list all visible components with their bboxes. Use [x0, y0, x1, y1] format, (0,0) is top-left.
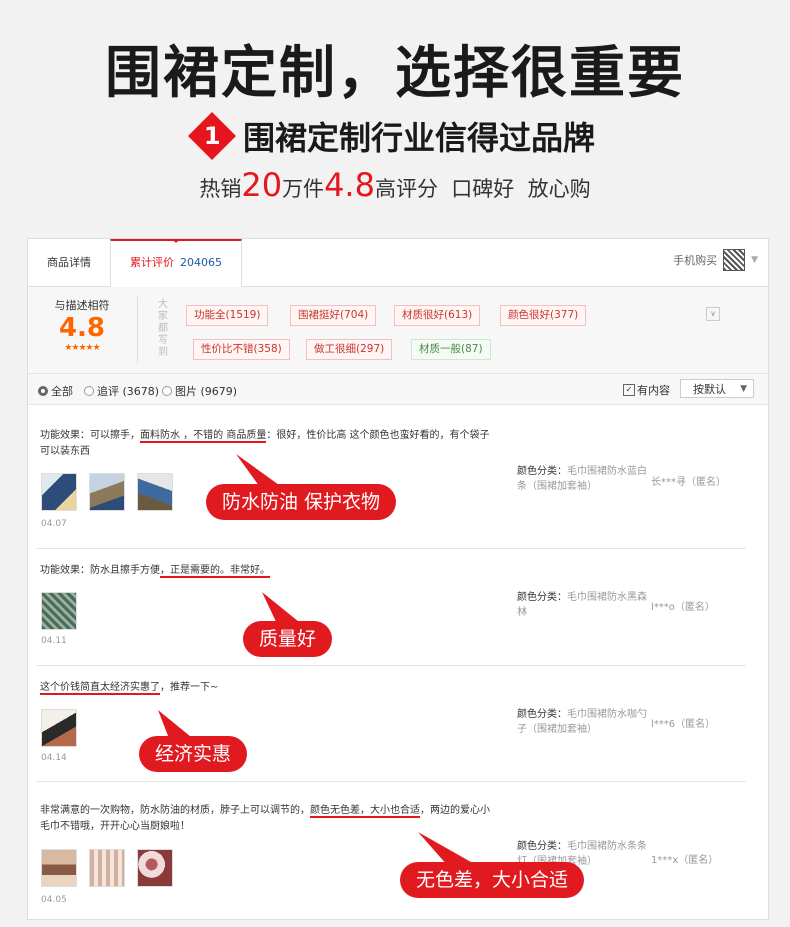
- divider: [137, 297, 138, 363]
- chevron-down-icon: ▼: [740, 384, 747, 394]
- review-item: 非常满意的一次购物，防水防油的材质，脖子上可以调节的，颜色无色差，大小也合适，两…: [36, 781, 746, 919]
- rating-summary: 与描述相符 4.8 ★★★★★ 大家都写到 功能全(1519) 围裙挺好(704…: [28, 287, 768, 374]
- filter-images[interactable]: 图片 (9679): [162, 383, 237, 399]
- qr-code-icon: [723, 249, 746, 271]
- sort-select[interactable]: 按默认 ▼: [680, 379, 754, 398]
- review-thumbnail[interactable]: [41, 592, 77, 630]
- review-text: 非常满意的一次购物，防水防油的材质，脖子上可以调节的，颜色无色差，大小也合适，两…: [40, 805, 490, 832]
- callout-value: 经济实惠: [139, 736, 248, 772]
- review-images: [41, 473, 173, 511]
- star-rating-icon: ★★★★★: [64, 343, 100, 353]
- tab-reviews[interactable]: 累计评价 204065: [110, 239, 242, 287]
- callout-quality: 质量好: [243, 621, 333, 657]
- review-date: 04.07: [41, 519, 67, 529]
- expand-tags-icon[interactable]: ∨: [706, 307, 720, 321]
- everyone-wrote-label: 大家都写到: [158, 299, 168, 358]
- callout-color-size: 无色差，大小合适: [400, 862, 585, 898]
- review-item: 功能效果：可以擦手，面料防水 ，不错的 商品质量：很好，性价比高 这个颜色也蛮好…: [36, 405, 746, 549]
- tag-chip[interactable]: 材质一般(87): [411, 339, 491, 360]
- review-images: [41, 849, 173, 887]
- review-spec: 颜色分类：毛巾围裙防水黑森林: [517, 592, 647, 618]
- radio-icon: [162, 386, 172, 396]
- review-spec: 颜色分类：毛巾围裙防水蓝白条（围裙加套袖）: [517, 466, 647, 492]
- review-thumbnail[interactable]: [89, 473, 125, 511]
- has-content-checkbox[interactable]: ✓ 有内容: [623, 382, 670, 398]
- filter-append[interactable]: 追评 (3678): [84, 383, 159, 399]
- tag-chip[interactable]: 功能全(1519): [186, 305, 269, 326]
- review-spec: 颜色分类：毛巾围裙防水咖勺子（围裙加套袖）: [517, 709, 647, 735]
- hero-subtitle: 围裙定制行业信得过品牌: [242, 119, 595, 157]
- mobile-buy[interactable]: 手机购买 ▼: [673, 249, 758, 271]
- review-thumbnail[interactable]: [41, 849, 77, 887]
- review-text: 功能效果：防水且擦手方便，正是需要的。非常好。: [40, 565, 270, 578]
- callout-waterproof: 防水防油 保护衣物: [206, 484, 397, 520]
- filter-bar: 全部 追评 (3678) 图片 (9679) ✓ 有内容 按默认 ▼: [28, 374, 768, 405]
- tab-product-detail[interactable]: 商品详情: [28, 239, 110, 286]
- hero-rating: 4.8: [324, 166, 375, 204]
- review-item: 功能效果：防水且擦手方便，正是需要的。非常好。 04.11 颜色分类：毛巾围裙防…: [36, 548, 746, 666]
- review-thumbnail[interactable]: [41, 709, 77, 747]
- hero-title: 围裙定制，选择很重要: [105, 41, 685, 106]
- review-date: 04.05: [41, 895, 67, 905]
- tab-bar: 商品详情 累计评价 204065 手机购买 ▼: [28, 239, 768, 287]
- review-thumbnail[interactable]: [137, 473, 173, 511]
- review-text: 功能效果：可以擦手，面料防水 ，不错的 商品质量：很好，性价比高 这个颜色也蛮好…: [40, 430, 490, 457]
- tag-chip[interactable]: 做工很细(297): [306, 339, 393, 360]
- review-date: 04.14: [41, 753, 67, 763]
- review-images: [41, 709, 77, 747]
- reviewer-name: l***6（匿名）: [651, 719, 716, 730]
- review-text: 这个价钱简直太经济实惠了，推荐一下~: [40, 682, 219, 695]
- review-thumbnail[interactable]: [89, 849, 125, 887]
- reviewer-name: l***o（匿名）: [651, 602, 715, 613]
- review-panel: 商品详情 累计评价 204065 手机购买 ▼ 与描述相符 4.8 ★★★★★ 大…: [27, 238, 769, 920]
- reviewer-name: 长***寻（匿名）: [651, 477, 726, 488]
- number-badge: 1: [187, 111, 237, 161]
- tag-chip[interactable]: 材质很好(613): [394, 305, 481, 326]
- review-images: [41, 592, 77, 630]
- score-box: 与描述相符 4.8 ★★★★★: [28, 287, 136, 373]
- filter-all[interactable]: 全部: [38, 383, 73, 399]
- tag-chip[interactable]: 性价比不错(358): [193, 339, 290, 360]
- reviewer-name: 1***x（匿名）: [651, 855, 719, 866]
- tag-chip[interactable]: 颜色很好(377): [500, 305, 587, 326]
- review-count: 204065: [180, 256, 222, 269]
- chevron-down-icon: ▼: [751, 255, 758, 265]
- review-thumbnail[interactable]: [41, 473, 77, 511]
- sales-stats: 热销20万件4.8高评分 口碑好 放心购: [199, 166, 591, 204]
- review-thumbnail[interactable]: [137, 849, 173, 887]
- checkbox-icon: ✓: [623, 384, 635, 396]
- radio-icon: [84, 386, 94, 396]
- review-date: 04.11: [41, 636, 67, 646]
- hero-subtitle-row: 1 围裙定制行业信得过品牌: [0, 111, 790, 161]
- radio-icon: [38, 386, 48, 396]
- score-value: 4.8: [58, 313, 106, 343]
- sales-count: 20: [241, 166, 283, 204]
- tag-chip[interactable]: 围裙挺好(704): [290, 305, 377, 326]
